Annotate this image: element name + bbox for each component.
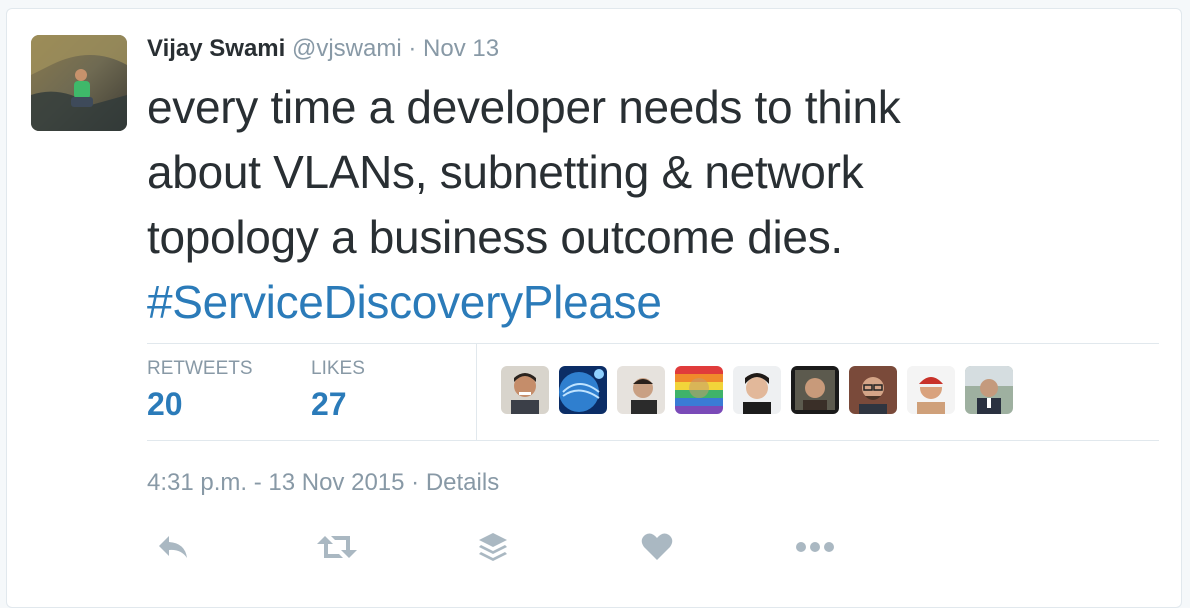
- tweet-header: Vijay Swami @vjswami · Nov 13: [147, 35, 499, 63]
- tweet-text-line: every time a developer needs to think: [147, 81, 901, 133]
- buffer-button[interactable]: [471, 527, 515, 567]
- details-separator: ·: [411, 469, 420, 496]
- retweets-count: 20: [147, 386, 183, 422]
- reply-icon: [159, 536, 187, 558]
- details-link[interactable]: Details: [426, 469, 499, 496]
- likes-count: 27: [311, 386, 347, 422]
- like-button[interactable]: [635, 527, 679, 567]
- tweet-stats: RETWEETS 20 LIKES 27: [147, 343, 1159, 441]
- reply-button[interactable]: [151, 527, 195, 567]
- tweet-date[interactable]: Nov 13: [423, 35, 499, 62]
- tweet-timestamp: 4:31 p.m. - 13 Nov 2015 · Details: [147, 469, 499, 497]
- liker-avatar-8[interactable]: [907, 366, 955, 414]
- liker-avatar-6[interactable]: [791, 366, 839, 414]
- likes-label: LIKES: [311, 358, 365, 379]
- tweet-text: every time a developer needs to think ab…: [147, 75, 1127, 335]
- author-name[interactable]: Vijay Swami: [147, 35, 285, 62]
- author-avatar[interactable]: [31, 35, 127, 131]
- header-separator: ·: [408, 35, 417, 62]
- retweets-stat[interactable]: RETWEETS 20: [147, 358, 253, 424]
- liker-avatar-5[interactable]: [733, 366, 781, 414]
- buffer-icon: [479, 533, 507, 561]
- liker-avatar-7[interactable]: [849, 366, 897, 414]
- tweet-text-line: topology a business outcome dies.: [147, 211, 843, 263]
- tweet-card: Vijay Swami @vjswami · Nov 13 every time…: [6, 8, 1182, 608]
- retweet-button[interactable]: [315, 527, 359, 567]
- liker-avatar-2[interactable]: [559, 366, 607, 414]
- liker-avatar-3[interactable]: [617, 366, 665, 414]
- tweet-text-line: about VLANs, subnetting & network: [147, 146, 864, 198]
- retweets-label: RETWEETS: [147, 358, 253, 379]
- liker-avatar-9[interactable]: [965, 366, 1013, 414]
- author-handle[interactable]: @vjswami: [292, 35, 402, 62]
- like-icon: [641, 533, 673, 560]
- retweet-icon: [317, 536, 357, 558]
- user-avatar-photo: [31, 35, 127, 131]
- likes-stat[interactable]: LIKES 27: [311, 358, 365, 424]
- liker-avatar-1[interactable]: [501, 366, 549, 414]
- timestamp-text[interactable]: 4:31 p.m. - 13 Nov 2015: [147, 469, 404, 496]
- more-icon: [796, 542, 834, 552]
- more-button[interactable]: [793, 527, 837, 567]
- stats-divider: [476, 344, 477, 440]
- liker-avatar-4[interactable]: [675, 366, 723, 414]
- hashtag-link[interactable]: #ServiceDiscoveryPlease: [147, 270, 1127, 335]
